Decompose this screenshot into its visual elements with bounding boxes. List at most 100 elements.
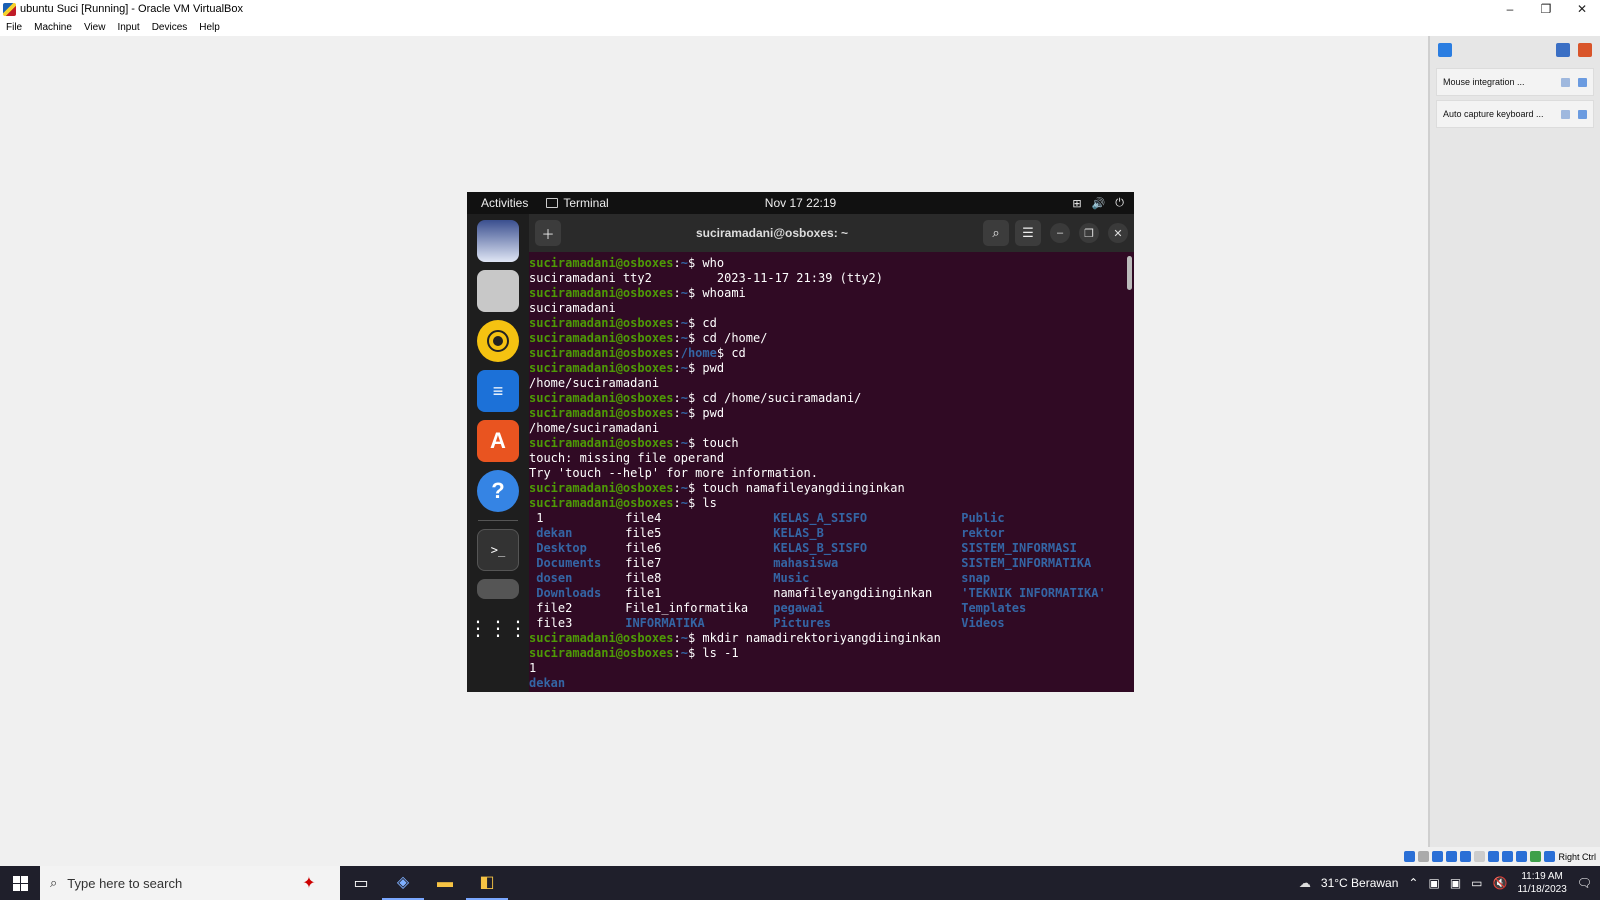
- files-icon[interactable]: [477, 270, 519, 312]
- prompt-colon: :: [673, 496, 681, 510]
- prompt-path: ~: [680, 646, 688, 660]
- close-button[interactable]: ✕: [1564, 0, 1600, 18]
- menu-help[interactable]: Help: [193, 22, 226, 33]
- notification-label: Auto capture keyboard ...: [1443, 109, 1544, 119]
- menu-file[interactable]: File: [0, 22, 28, 33]
- ls-entry: Documents: [529, 556, 602, 570]
- prompt-path: ~: [680, 496, 688, 510]
- menu-input[interactable]: Input: [111, 22, 145, 33]
- tray-app-icon-2[interactable]: ▣: [1450, 876, 1461, 890]
- prompt-colon: :: [673, 331, 681, 345]
- weather-icon[interactable]: ☁: [1299, 876, 1311, 890]
- prompt-colon: :: [673, 391, 681, 405]
- network-icon[interactable]: ⊞: [1072, 197, 1081, 210]
- prompt-colon: :: [673, 646, 681, 660]
- menu-view[interactable]: View: [78, 22, 112, 33]
- search-highlight-icon[interactable]: ✦: [278, 866, 340, 900]
- close-notification-icon[interactable]: [1578, 109, 1587, 119]
- show-hidden-icons[interactable]: ⌃: [1408, 876, 1418, 890]
- ls-entry: KELAS_B_SISFO: [766, 541, 868, 555]
- taskbar-search-box[interactable]: ⌕ Type here to search: [40, 866, 278, 900]
- ubuntu-guest-screen[interactable]: Activities Terminal Nov 17 22:19 ⊞ 🔊 ⏻ ≡…: [467, 192, 1134, 692]
- vm-window-taskbar-icon[interactable]: ◧: [466, 866, 508, 900]
- prompt-colon: :: [673, 316, 681, 330]
- file-explorer-icon[interactable]: ▬: [424, 866, 466, 900]
- ls-entry: file5: [618, 526, 662, 540]
- ls-entry: 'TEKNIK INFORMATIKA': [954, 586, 1106, 600]
- notification-auto-capture[interactable]: Auto capture keyboard ...: [1436, 100, 1594, 128]
- menu-button[interactable]: ☰: [1015, 220, 1041, 246]
- prompt-colon: :: [673, 631, 681, 645]
- prompt-path: ~: [680, 331, 688, 345]
- terminal-prompt-line: suciramadani@osboxes:~$ cd /home/suciram…: [529, 391, 1134, 406]
- libreoffice-writer-icon[interactable]: ≡: [477, 370, 519, 412]
- rhythmbox-icon[interactable]: [477, 320, 519, 362]
- menu-devices[interactable]: Devices: [146, 22, 194, 33]
- toggle-panel-icon[interactable]: [1556, 43, 1570, 57]
- keyboard-icon[interactable]: [1544, 851, 1556, 862]
- usb-icon[interactable]: [1460, 851, 1472, 862]
- command-text: ls: [695, 496, 717, 510]
- power-icon[interactable]: ⏻: [1115, 197, 1124, 210]
- prompt-colon: :: [673, 436, 681, 450]
- display-icon[interactable]: [1488, 851, 1500, 862]
- close-notification-icon[interactable]: [1578, 77, 1587, 87]
- info-icon[interactable]: [1561, 109, 1570, 119]
- prompt-colon: :: [673, 346, 681, 360]
- shared-folders-icon[interactable]: [1474, 851, 1486, 862]
- new-tab-button[interactable]: ＋: [535, 220, 561, 246]
- recording-icon[interactable]: [1502, 851, 1514, 862]
- help-icon[interactable]: ?: [477, 470, 519, 512]
- notification-icon[interactable]: [1438, 43, 1452, 57]
- prompt-colon: :: [673, 286, 681, 300]
- terminal-minimize-button[interactable]: –: [1050, 223, 1070, 243]
- restore-button[interactable]: ❐: [1528, 0, 1564, 18]
- thunderbird-icon[interactable]: [477, 220, 519, 262]
- virtualbox-taskbar-icon[interactable]: ◈: [382, 866, 424, 900]
- info-icon[interactable]: [1561, 77, 1570, 87]
- terminal-close-button[interactable]: ✕: [1108, 223, 1128, 243]
- command-text: cd /home/suciramadani/: [695, 391, 862, 405]
- terminal-scrollbar[interactable]: [1127, 256, 1132, 290]
- hard-disk-icon[interactable]: [1404, 851, 1416, 862]
- terminal-window[interactable]: ＋ suciramadani@osboxes: ~ ⌕ ☰ – ❐ ✕ suci…: [529, 214, 1134, 692]
- drive-icon[interactable]: [477, 579, 519, 599]
- command-text: pwd: [695, 361, 725, 375]
- tray-app-icon[interactable]: ▣: [1428, 876, 1439, 890]
- notification-mouse-integration[interactable]: Mouse integration ...: [1436, 68, 1594, 96]
- task-view-icon[interactable]: ▭: [340, 866, 382, 900]
- taskbar-clock[interactable]: 11:19 AM 11/18/2023: [1517, 870, 1566, 896]
- dismiss-all-icon[interactable]: [1578, 43, 1592, 57]
- network-icon[interactable]: ▭: [1471, 876, 1482, 890]
- system-tray[interactable]: ⊞ 🔊 ⏻: [1072, 197, 1134, 210]
- search-button[interactable]: ⌕: [983, 220, 1009, 246]
- show-apps-icon[interactable]: ⋮⋮⋮: [468, 607, 528, 649]
- terminal-output[interactable]: suciramadani@osboxes:~$ who suciramadani …: [529, 252, 1134, 692]
- command-text: who: [695, 256, 725, 270]
- volume-muted-icon[interactable]: 🔇: [1493, 876, 1508, 890]
- weather-text[interactable]: 31°C Berawan: [1321, 876, 1399, 890]
- prompt-path: ~: [680, 286, 688, 300]
- terminal-maximize-button[interactable]: ❐: [1079, 223, 1099, 243]
- app-center-icon[interactable]: A: [477, 420, 519, 462]
- ls-entry: dekan: [529, 526, 573, 540]
- app-menu[interactable]: Terminal: [542, 196, 609, 210]
- mouse-integration-icon[interactable]: [1530, 851, 1542, 862]
- network-icon[interactable]: [1446, 851, 1458, 862]
- terminal-prompt-line: suciramadani@osboxes:~$ cd /home/: [529, 331, 1134, 346]
- menu-machine[interactable]: Machine: [28, 22, 78, 33]
- optical-drive-icon[interactable]: [1418, 851, 1430, 862]
- notifications-icon[interactable]: 🗨: [1577, 876, 1592, 890]
- terminal-prompt-line: suciramadani@osboxes:~$ cd: [529, 316, 1134, 331]
- minimize-button[interactable]: –: [1492, 0, 1528, 18]
- terminal-icon[interactable]: >_: [477, 529, 519, 571]
- start-button[interactable]: [0, 866, 40, 900]
- dock-separator: [478, 520, 518, 521]
- prompt-user: suciramadani@osboxes: [529, 316, 674, 330]
- cpu-icon[interactable]: [1516, 851, 1528, 862]
- search-icon: ⌕: [50, 875, 58, 890]
- activities-button[interactable]: Activities: [467, 196, 542, 210]
- prompt-user: suciramadani@osboxes: [529, 361, 674, 375]
- volume-icon[interactable]: 🔊: [1092, 197, 1106, 210]
- audio-icon[interactable]: [1432, 851, 1444, 862]
